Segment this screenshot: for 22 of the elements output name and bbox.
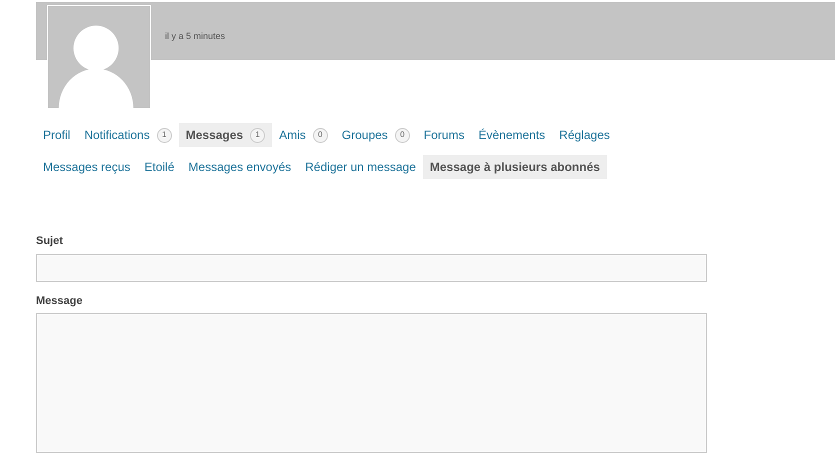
- nav-tab[interactable]: Évènements: [471, 123, 552, 147]
- nav-tab[interactable]: Messages 1: [178, 123, 272, 147]
- field-label: Sujet: [36, 234, 64, 249]
- count-badge: 0: [312, 128, 328, 142]
- nav-tab[interactable]: Amis 0: [272, 123, 335, 147]
- nav-tab[interactable]: Etoilé: [137, 155, 182, 179]
- nav-tab[interactable]: Messages envoyés: [181, 155, 298, 179]
- nav-tab[interactable]: Rédiger un message: [298, 155, 423, 179]
- count-badge: 1: [250, 128, 266, 142]
- nav-tab[interactable]: Profil: [36, 123, 78, 147]
- nav-tab[interactable]: Forums: [416, 123, 472, 147]
- timestamp: il y a 5 minutes: [165, 30, 226, 43]
- count-badge: 1: [156, 128, 172, 142]
- nav-tab[interactable]: Réglages: [552, 123, 617, 147]
- nav-tab[interactable]: Groupes 0: [334, 123, 417, 147]
- nav-tab[interactable]: Messages reçus: [36, 155, 138, 179]
- count-badge: 0: [394, 128, 410, 142]
- field-label: Message: [36, 294, 84, 308]
- nav-tab[interactable]: Message à plusieurs abonnés: [422, 155, 607, 179]
- nav-tab[interactable]: Notifications 1: [77, 123, 179, 147]
- message-field[interactable]: [36, 313, 707, 453]
- subject-field[interactable]: [36, 254, 707, 282]
